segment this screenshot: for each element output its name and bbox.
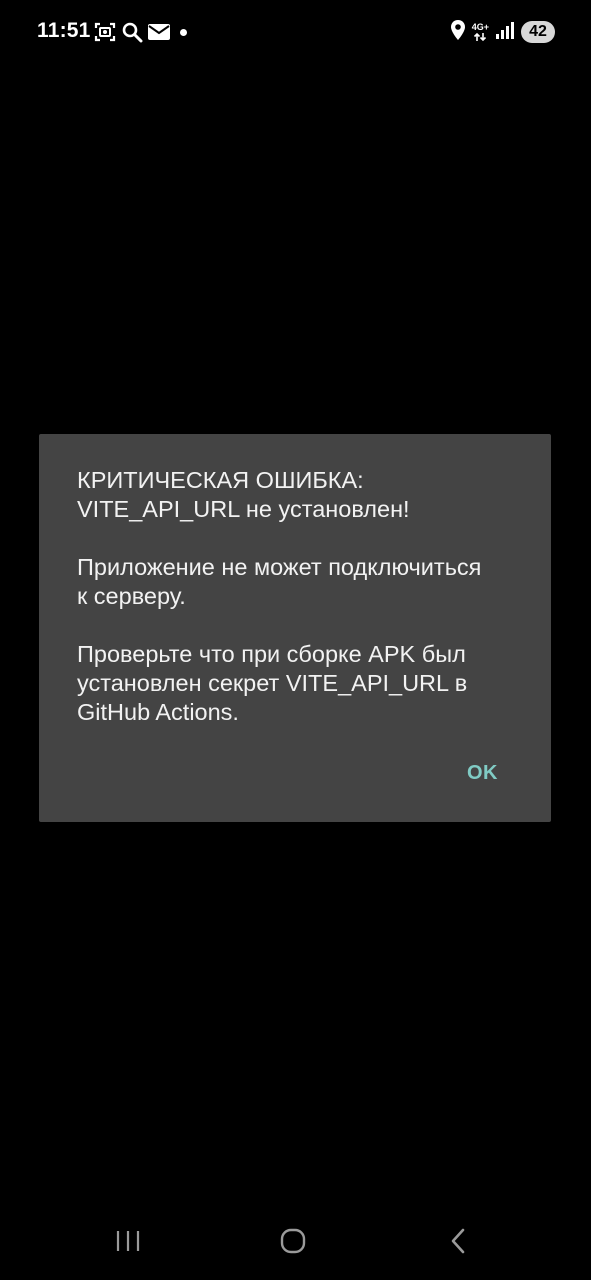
dialog-paragraph-error: КРИТИЧЕСКАЯ ОШИБКА: VITE_API_URL не уста…	[77, 466, 513, 524]
dialog-line: Проверьте что при сборке APK был	[77, 641, 466, 667]
recents-icon	[115, 1229, 141, 1258]
home-button[interactable]	[273, 1226, 313, 1260]
status-time: 11:51	[37, 19, 91, 42]
dialog-paragraph-connection: Приложение не может подключиться к серве…	[77, 553, 513, 611]
dialog-line: VITE_API_URL не установлен!	[77, 496, 410, 522]
status-notification-icons	[93, 20, 187, 44]
status-system-icons: 4G+ 42	[450, 19, 555, 46]
screenshot-icon	[93, 20, 117, 44]
dialog-line: GitHub Actions.	[77, 699, 239, 725]
network-type-label: 4G+	[471, 21, 489, 32]
dialog-message: КРИТИЧЕСКАЯ ОШИБКА: VITE_API_URL не уста…	[77, 466, 513, 727]
signal-icon	[495, 20, 515, 45]
home-icon	[279, 1227, 307, 1260]
navigation-bar	[0, 1206, 591, 1280]
status-bar: 11:51 4G+ 42	[0, 0, 591, 64]
back-button[interactable]	[438, 1226, 478, 1260]
battery-icon: 42	[521, 21, 555, 43]
dialog-line: КРИТИЧЕСКАЯ ОШИБКА:	[77, 467, 364, 493]
dialog-paragraph-hint: Проверьте что при сборке APK был установ…	[77, 640, 513, 727]
network-4g-icon: 4G+	[471, 21, 489, 42]
notification-dot-icon	[180, 28, 187, 36]
recents-button[interactable]	[108, 1226, 148, 1260]
mail-icon	[147, 20, 171, 44]
alert-dialog: КРИТИЧЕСКАЯ ОШИБКА: VITE_API_URL не уста…	[39, 434, 551, 822]
dialog-line: установлен секрет VITE_API_URL в	[77, 670, 468, 696]
battery-level: 42	[529, 23, 547, 40]
dialog-line: Приложение не может подключиться	[77, 554, 482, 580]
ok-button[interactable]: OK	[467, 762, 498, 785]
back-icon	[448, 1227, 468, 1260]
search-icon	[120, 20, 144, 44]
dialog-line: к серверу.	[77, 583, 186, 609]
location-icon	[450, 19, 466, 46]
